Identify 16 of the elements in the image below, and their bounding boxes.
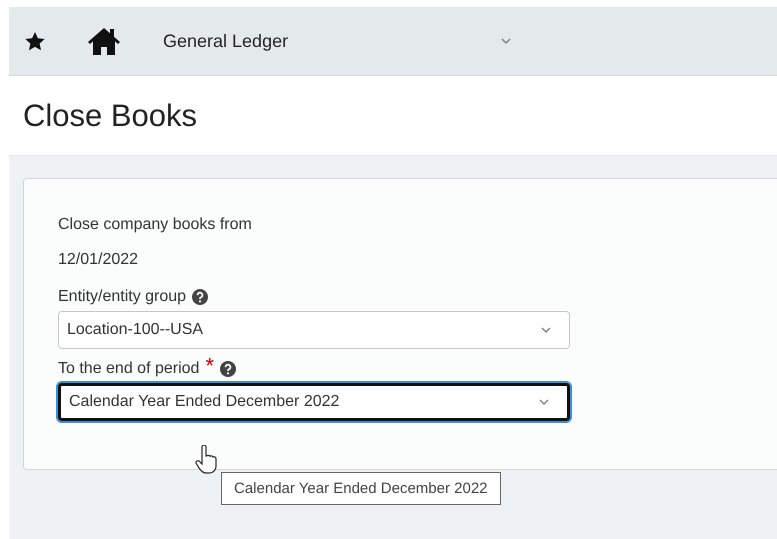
tooltip: Calendar Year Ended December 2022: [221, 472, 501, 505]
chevron-down-icon: [541, 327, 551, 333]
page-title: Close Books: [22, 96, 198, 134]
chevron-down-icon: [539, 399, 549, 405]
date-value: 12/01/2022: [58, 251, 140, 269]
home-icon[interactable]: [87, 27, 121, 55]
chevron-down-icon: [501, 38, 511, 44]
select-field[interactable]: Location-100--USA: [58, 311, 570, 349]
field-label: Close company books from: [58, 215, 253, 235]
field-label: To the end of period: [58, 359, 200, 379]
select-field[interactable]: Calendar Year Ended December 2022: [58, 383, 570, 421]
field-label: Entity/entity group: [58, 287, 186, 307]
star-icon[interactable]: [25, 32, 45, 50]
help-icon[interactable]: [220, 361, 236, 377]
help-icon[interactable]: [192, 289, 208, 305]
required-mark: *: [205, 359, 214, 373]
